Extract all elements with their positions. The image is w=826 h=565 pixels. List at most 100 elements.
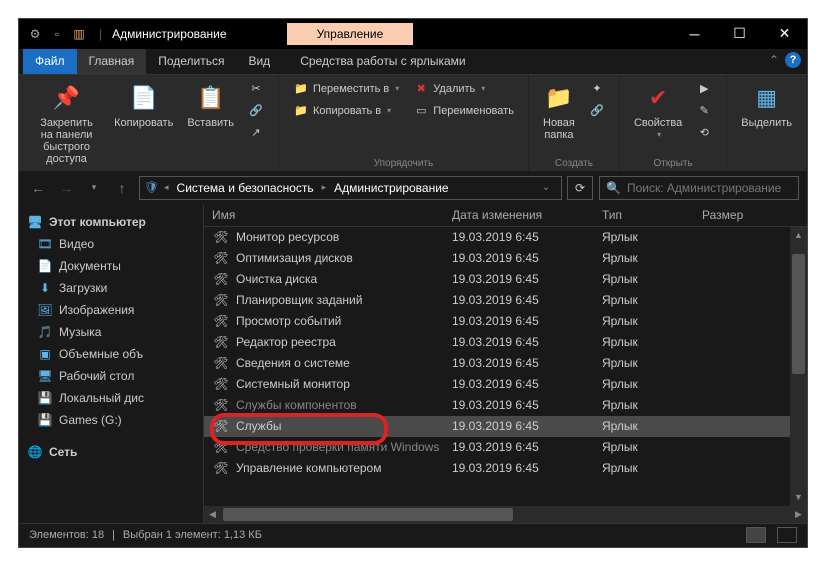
crumb-system[interactable]: Система и безопасность xyxy=(173,181,318,195)
app-icon: ⚙ xyxy=(27,26,43,42)
tab-share[interactable]: Поделиться xyxy=(146,49,236,74)
pin-button[interactable]: 📌 Закрепить на панели быстрого доступа xyxy=(29,79,104,169)
hscroll-left[interactable]: ◀ xyxy=(204,506,221,523)
newfolder-button[interactable]: 📁 Новая папка xyxy=(539,79,579,145)
crumb-dropdown[interactable]: ⌄ xyxy=(535,177,557,199)
scroll-up-arrow[interactable]: ▲ xyxy=(790,227,807,244)
view-icons-button[interactable] xyxy=(777,527,797,543)
select-icon: ▦ xyxy=(751,83,783,115)
sidebar-item-label: Изображения xyxy=(59,303,134,317)
table-row[interactable]: 🛠Системный монитор19.03.2019 6:45Ярлык xyxy=(204,374,790,395)
sidebar-item[interactable]: 💾Games (G:) xyxy=(19,409,203,431)
breadcrumb[interactable]: 🛡 ◂ Система и безопасность ▸ Администрир… xyxy=(139,176,562,200)
table-row[interactable]: 🛠Сведения о системе19.03.2019 6:45Ярлык xyxy=(204,353,790,374)
tab-file[interactable]: Файл xyxy=(23,49,77,74)
table-row[interactable]: 🛠Оптимизация дисков19.03.2019 6:45Ярлык xyxy=(204,248,790,269)
pin-icon: 📌 xyxy=(51,83,83,115)
minimize-button[interactable]: ─ xyxy=(672,19,717,49)
nav-back-button[interactable]: ← xyxy=(27,177,49,199)
history-button[interactable]: ⟲ xyxy=(692,123,716,143)
col-name[interactable]: Имя xyxy=(212,208,452,222)
sidebar-item[interactable]: 🖥Рабочий стол xyxy=(19,365,203,387)
sidebar-item[interactable]: 🖼Изображения xyxy=(19,299,203,321)
shortcut-icon: 🛠 xyxy=(212,461,230,475)
file-date: 19.03.2019 6:45 xyxy=(452,461,602,475)
horizontal-scrollbar[interactable]: ◀ ▶ xyxy=(204,506,807,523)
file-type: Ярлык xyxy=(602,398,702,412)
sidebar-item[interactable]: 💾Локальный дис xyxy=(19,387,203,409)
nav-forward-button[interactable]: → xyxy=(55,177,77,199)
address-bar-row: ← → ▾ ↑ 🛡 ◂ Система и безопасность ▸ Адм… xyxy=(19,171,807,205)
vertical-scrollbar[interactable]: ▲ ▼ xyxy=(790,227,807,506)
file-name: Редактор реестра xyxy=(236,335,452,349)
rename-button[interactable]: ▭Переименовать xyxy=(409,101,518,121)
edit-button[interactable]: ✎ xyxy=(692,101,716,121)
tab-view[interactable]: Вид xyxy=(236,49,282,74)
sidebar-item-network[interactable]: 🌐Сеть xyxy=(19,441,203,463)
search-input[interactable]: 🔍 Поиск: Администрирование xyxy=(599,176,799,200)
table-row[interactable]: 🛠Управление компьютером19.03.2019 6:45Яр… xyxy=(204,458,790,479)
scroll-thumb[interactable] xyxy=(792,254,805,374)
file-date: 19.03.2019 6:45 xyxy=(452,293,602,307)
delete-button[interactable]: ✖Удалить▾ xyxy=(409,79,518,99)
file-date: 19.03.2019 6:45 xyxy=(452,440,602,454)
qa-newfolder-icon[interactable]: ▥ xyxy=(71,26,87,42)
tab-main[interactable]: Главная xyxy=(77,49,147,74)
copyto-button[interactable]: 📁Копировать в▾ xyxy=(289,101,403,121)
file-name: Системный монитор xyxy=(236,377,452,391)
props-button[interactable]: ✔ Свойства▾ xyxy=(630,79,686,144)
sidebar-item-thispc[interactable]: 🖥Этот компьютер xyxy=(19,211,203,233)
close-button[interactable]: ✕ xyxy=(762,19,807,49)
copypath-button[interactable]: 🔗 xyxy=(244,101,268,121)
file-type: Ярлык xyxy=(602,314,702,328)
table-row[interactable]: 🛠Очистка диска19.03.2019 6:45Ярлык xyxy=(204,269,790,290)
sidebar-item[interactable]: 🎞Видео xyxy=(19,233,203,255)
easylink-button[interactable]: 🔗 xyxy=(585,101,609,121)
moveto-button[interactable]: 📁Переместить в▾ xyxy=(289,79,403,99)
paste-button[interactable]: 📋 Вставить xyxy=(183,79,238,133)
copy-button[interactable]: 📄 Копировать xyxy=(110,79,177,133)
col-size[interactable]: Размер xyxy=(702,208,807,222)
table-row[interactable]: 🛠Службы19.03.2019 6:45Ярлык xyxy=(204,416,790,437)
nav-recent-button[interactable]: ▾ xyxy=(83,177,105,199)
qa-props-icon[interactable]: ▫ xyxy=(49,26,65,42)
table-row[interactable]: 🛠Средство проверки памяти Windows19.03.2… xyxy=(204,437,790,458)
copy-icon: 📄 xyxy=(128,83,160,115)
shortcut-icon: 🛠 xyxy=(212,377,230,391)
cut-button[interactable]: ✂ xyxy=(244,79,268,99)
sidebar-item[interactable]: 📄Документы xyxy=(19,255,203,277)
select-button[interactable]: ▦ Выделить xyxy=(737,79,796,133)
table-row[interactable]: 🛠Службы компонентов19.03.2019 6:45Ярлык xyxy=(204,395,790,416)
hscroll-thumb[interactable] xyxy=(223,508,513,521)
scroll-down-arrow[interactable]: ▼ xyxy=(790,489,807,506)
table-row[interactable]: 🛠Монитор ресурсов19.03.2019 6:45Ярлык xyxy=(204,227,790,248)
file-date: 19.03.2019 6:45 xyxy=(452,272,602,286)
pasteshortcut-button[interactable]: ↗ xyxy=(244,123,268,143)
open-button[interactable]: ▶ xyxy=(692,79,716,99)
shortcut-icon: 🛠 xyxy=(212,272,230,286)
hscroll-right[interactable]: ▶ xyxy=(790,506,807,523)
column-headers[interactable]: Имя Дата изменения Тип Размер xyxy=(204,205,807,227)
refresh-button[interactable]: ⟳ xyxy=(567,176,593,200)
table-row[interactable]: 🛠Планировщик заданий19.03.2019 6:45Ярлык xyxy=(204,290,790,311)
maximize-button[interactable]: ☐ xyxy=(717,19,762,49)
sidebar-item[interactable]: ▣Объемные объ xyxy=(19,343,203,365)
collapse-ribbon-icon[interactable]: ⌃ xyxy=(769,53,779,67)
folder-icon: 🎵 xyxy=(37,324,53,340)
newitem-button[interactable]: ✦ xyxy=(585,79,609,99)
col-type[interactable]: Тип xyxy=(602,208,702,222)
table-row[interactable]: 🛠Редактор реестра19.03.2019 6:45Ярлык xyxy=(204,332,790,353)
nav-up-button[interactable]: ↑ xyxy=(111,177,133,199)
crumb-admin[interactable]: Администрирование xyxy=(330,181,452,195)
file-type: Ярлык xyxy=(602,356,702,370)
view-details-button[interactable] xyxy=(746,527,766,543)
help-icon[interactable]: ? xyxy=(785,52,801,68)
folder-icon: 🖥 xyxy=(37,368,53,384)
open-icon: ▶ xyxy=(696,81,712,97)
col-date[interactable]: Дата изменения xyxy=(452,208,602,222)
sidebar-item[interactable]: 🎵Музыка xyxy=(19,321,203,343)
sidebar-item[interactable]: ⬇Загрузки xyxy=(19,277,203,299)
tab-contextual[interactable]: Средства работы с ярлыками xyxy=(288,49,477,74)
table-row[interactable]: 🛠Просмотр событий19.03.2019 6:45Ярлык xyxy=(204,311,790,332)
group-new-label: Создать xyxy=(555,158,593,169)
